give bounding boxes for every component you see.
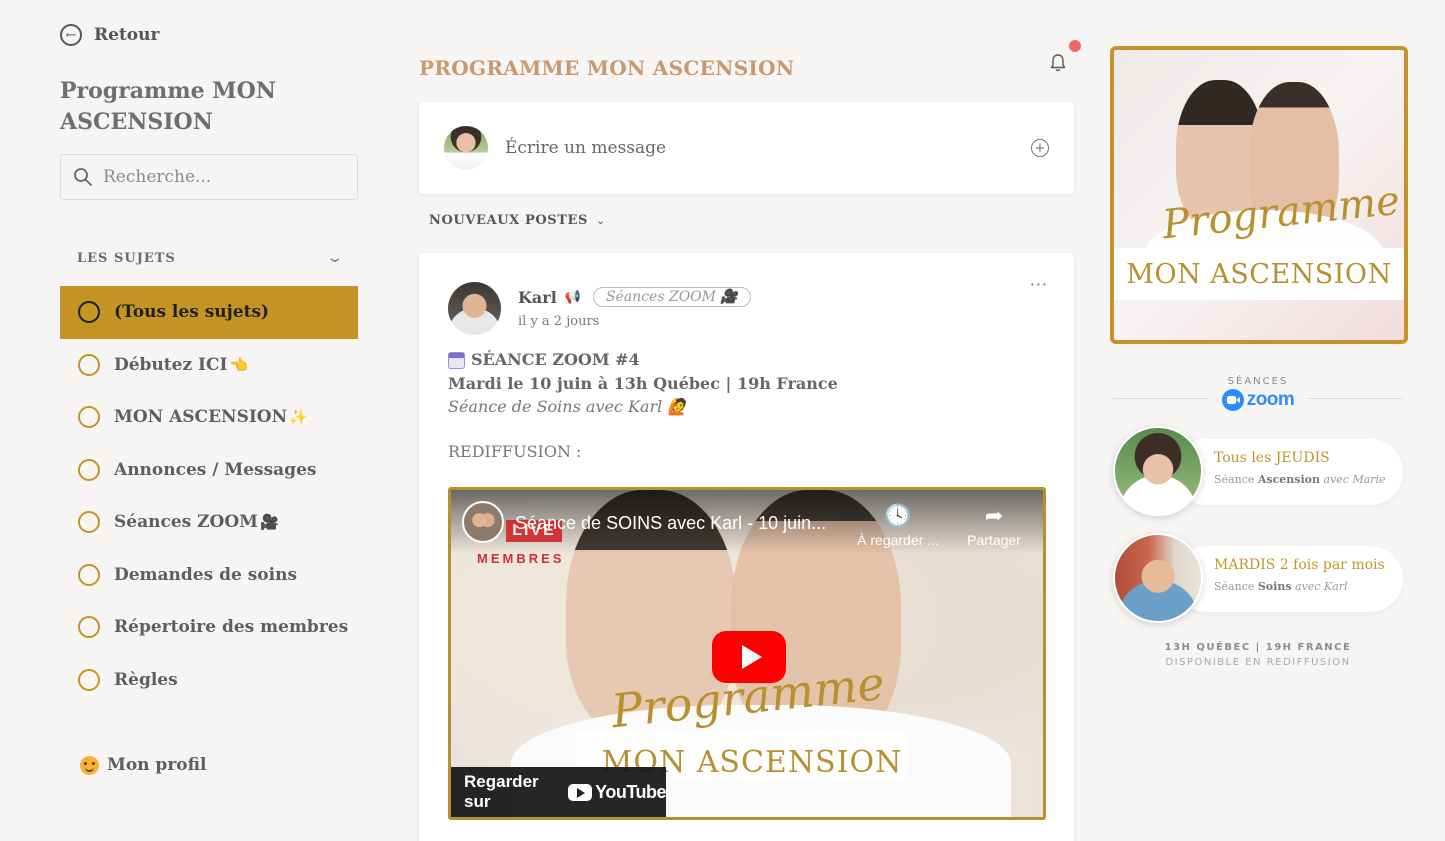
session-pill: [1173, 546, 1403, 612]
session-title: MARDIS 2 fois par mois: [1214, 557, 1385, 573]
session-title: Tous les JEUDIS: [1214, 450, 1330, 466]
post-timestamp: il y a 2 jours: [518, 314, 600, 329]
share-arrow-icon: ➦: [984, 504, 1004, 529]
topic-label: Débutez ICI 👈: [114, 354, 249, 375]
topic-label: Séances ZOOM 🎥: [114, 512, 279, 533]
calendar-icon: [448, 351, 465, 369]
topics-label: LES SUJETS: [77, 250, 176, 266]
topic-item-demandes-soins[interactable]: Demandes de soins: [60, 549, 358, 602]
topic-item-annonces[interactable]: Annonces / Messages: [60, 444, 358, 497]
chevron-down-icon[interactable]: ⌄: [326, 250, 345, 266]
search-icon: [74, 168, 92, 186]
more-options-icon[interactable]: ···: [1030, 275, 1048, 294]
left-sidebar: ← Retour Programme MON ASCENSION LES SUJ…: [60, 0, 358, 841]
sort-dropdown[interactable]: NOUVEAUX POSTES ⌄: [429, 213, 605, 228]
banner-band: MON ASCENSION: [1114, 248, 1404, 300]
post-card: Karl 📢 Séances ZOOM 🎥 il y a 2 jours ···…: [419, 253, 1074, 841]
youtube-embed[interactable]: Programme MON ASCENSION LIVE MEMBRES Séa…: [448, 487, 1046, 820]
topic-label: Répertoire des membres: [114, 617, 349, 638]
topic-tag[interactable]: Séances ZOOM 🎥: [592, 287, 751, 307]
topic-item-seances-zoom[interactable]: Séances ZOOM 🎥: [60, 496, 358, 549]
page-title: PROGRAMME MON ASCENSION: [419, 56, 795, 80]
topic-item-regles[interactable]: Règles: [60, 654, 358, 707]
radio-circle-icon: [78, 301, 100, 324]
radio-circle-icon: [78, 563, 100, 586]
session-pill: [1173, 439, 1403, 505]
topic-item-debutez-ici[interactable]: Débutez ICI 👈: [60, 339, 358, 392]
video-title[interactable]: Séance de SOINS avec Karl - 10 juin...: [515, 513, 826, 534]
compose-placeholder[interactable]: Écrire un message: [505, 138, 666, 158]
video-camera-icon: 🎥: [259, 513, 279, 532]
members-label: MEMBRES: [477, 551, 565, 566]
post-line-subtitle: Séance de Soins avec Karl 🙋: [448, 397, 688, 416]
author-name[interactable]: Karl: [518, 288, 557, 307]
avatar: [444, 126, 488, 170]
watch-on-label: Regarder sur: [464, 772, 539, 811]
back-label: Retour: [94, 25, 160, 45]
topic-item-repertoire[interactable]: Répertoire des membres: [60, 601, 358, 654]
topics-header[interactable]: LES SUJETS ⌄: [77, 250, 345, 266]
session-subtitle: Séance Ascension avec Marie: [1214, 473, 1386, 486]
program-title: Programme MON ASCENSION: [60, 78, 276, 135]
back-button[interactable]: ← Retour: [60, 24, 159, 46]
topic-label: Règles: [114, 669, 178, 690]
profile-link[interactable]: Mon profil: [80, 755, 206, 775]
topic-item-mon-ascension[interactable]: MON ASCENSION ✨: [60, 391, 358, 444]
megaphone-icon: 📢: [564, 289, 581, 305]
channel-avatar[interactable]: [462, 501, 504, 543]
notification-dot: [1069, 40, 1081, 52]
session-times: 13H QUÉBEC | 19H FRANCE: [1164, 642, 1352, 653]
radio-circle-icon: [78, 668, 100, 691]
radio-circle-icon: [78, 511, 100, 534]
bell-icon[interactable]: [1048, 52, 1068, 74]
avatar: [1113, 426, 1203, 516]
session-subtitle: Séance Soins avec Karl: [1214, 580, 1348, 593]
profile-label: Mon profil: [107, 755, 207, 775]
topic-item-all[interactable]: (Tous les sujets): [60, 286, 358, 339]
session-card-karl[interactable]: MARDIS 2 fois par mois Séance Soins avec…: [1113, 533, 1403, 625]
topic-label: Annonces / Messages: [114, 459, 317, 480]
play-button[interactable]: [712, 631, 786, 683]
radio-circle-icon: [78, 406, 100, 429]
radio-circle-icon: [78, 353, 100, 376]
sort-label: NOUVEAUX POSTES: [429, 213, 589, 228]
youtube-logo: YouTube: [568, 782, 666, 803]
watch-later-button[interactable]: 🕓 À regarder ...: [853, 502, 943, 548]
chevron-down-icon: ⌄: [596, 214, 606, 227]
seances-label: SÉANCES: [1227, 376, 1289, 387]
program-banner[interactable]: MON ASCENSION Programme: [1110, 46, 1408, 344]
replay-availability: DISPONIBLE EN REDIFFUSION: [1165, 657, 1351, 668]
search-input[interactable]: [103, 167, 333, 187]
compose-box[interactable]: Écrire un message +: [419, 102, 1074, 194]
topic-label: Demandes de soins: [114, 564, 298, 585]
author-avatar[interactable]: [448, 282, 501, 335]
session-card-marie[interactable]: Tous les JEUDIS Séance Ascension avec Ma…: [1113, 426, 1403, 518]
topic-label: MON ASCENSION ✨: [114, 407, 308, 428]
arrow-left-icon: ←: [60, 24, 82, 46]
share-button[interactable]: ➦ Partager: [949, 502, 1039, 548]
avatar: [1113, 533, 1203, 623]
post-body: SÉANCE ZOOM #4 Mardi le 10 juin à 13h Qu…: [448, 348, 1048, 461]
topic-list: (Tous les sujets) Débutez ICI 👈 MON ASCEN…: [60, 286, 358, 706]
zoom-sessions-header: SÉANCES zoom: [1113, 376, 1403, 411]
search-box[interactable]: [60, 154, 358, 200]
session-footnote: 13H QUÉBEC | 19H FRANCE DISPONIBLE EN RE…: [1113, 640, 1403, 670]
zoom-camera-icon: [1221, 389, 1244, 411]
post-line-replay: REDIFFUSION :: [448, 442, 582, 461]
post-line-date: Mardi le 10 juin à 13h Québec | 19h Fran…: [448, 374, 838, 393]
radio-circle-icon: [78, 616, 100, 639]
topic-label: (Tous les sujets): [114, 302, 270, 323]
youtube-play-icon: [568, 783, 593, 801]
smiley-icon: [80, 755, 99, 775]
post-line-heading: SÉANCE ZOOM #4: [448, 348, 1048, 372]
radio-circle-icon: [78, 458, 100, 481]
watch-on-youtube-button[interactable]: Regarder sur YouTube: [451, 767, 666, 817]
clock-icon: 🕓: [884, 504, 912, 529]
pointing-hand-icon: 👈: [229, 355, 249, 374]
sparkles-icon: ✨: [289, 408, 308, 427]
plus-circle-icon[interactable]: +: [1031, 139, 1049, 157]
post-author-row: Karl 📢 Séances ZOOM 🎥: [518, 287, 751, 307]
banner-brand-text: MON ASCENSION: [1126, 258, 1392, 290]
zoom-logo: zoom: [1113, 389, 1403, 411]
